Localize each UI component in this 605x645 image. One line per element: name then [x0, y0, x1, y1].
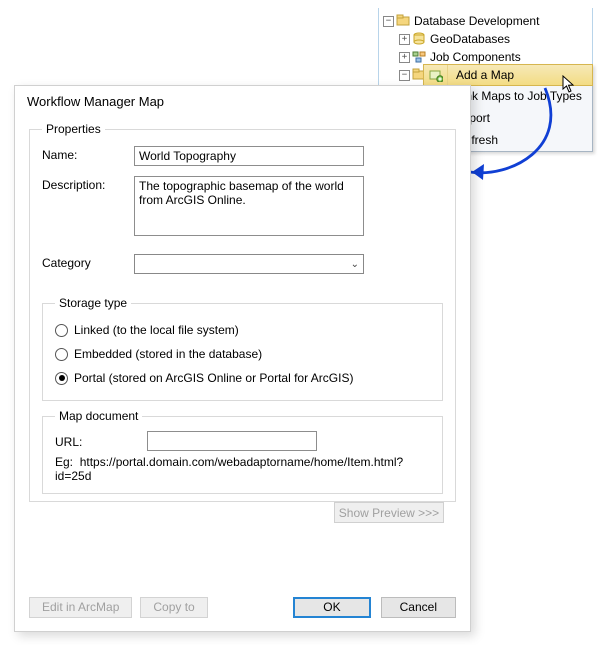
dialog-title: Workflow Manager Map	[15, 86, 470, 113]
description-input[interactable]: The topographic basemap of the world fro…	[134, 176, 364, 236]
radio-icon	[55, 348, 68, 361]
properties-group: Properties Name: Description: The topogr…	[29, 122, 456, 502]
description-label: Description:	[42, 176, 134, 192]
folder-icon	[396, 14, 412, 28]
collapse-icon[interactable]: −	[383, 16, 394, 27]
tree-label: Database Development	[414, 14, 539, 28]
cancel-button[interactable]: Cancel	[381, 597, 456, 618]
storage-radio-embedded[interactable]: Embedded (stored in the database)	[55, 342, 430, 366]
expand-icon[interactable]: +	[399, 34, 410, 45]
ok-button[interactable]: OK	[293, 597, 370, 618]
name-label: Name:	[42, 146, 134, 162]
radio-selected-icon	[55, 372, 68, 385]
radio-icon	[55, 324, 68, 337]
url-example: Eg: https://portal.domain.com/webadaptor…	[55, 455, 430, 483]
storage-radio-label: Embedded (stored in the database)	[74, 347, 262, 361]
storage-type-legend: Storage type	[55, 296, 131, 310]
category-select[interactable]: ⌄	[134, 254, 364, 274]
edit-in-arcmap-button[interactable]: Edit in ArcMap	[29, 597, 132, 618]
url-label: URL:	[55, 433, 147, 449]
storage-radio-label: Linked (to the local file system)	[74, 323, 239, 337]
properties-legend: Properties	[42, 122, 105, 136]
map-document-legend: Map document	[55, 409, 142, 423]
category-label: Category	[42, 254, 134, 270]
workflow-manager-map-dialog: Workflow Manager Map Properties Name: De…	[14, 85, 471, 632]
tree-label: Job Components	[430, 50, 521, 64]
storage-radio-label: Portal (stored on ArcGIS Online or Porta…	[74, 371, 353, 385]
url-input[interactable]	[147, 431, 317, 451]
storage-radio-linked[interactable]: Linked (to the local file system)	[55, 318, 430, 342]
geodatabase-icon	[412, 32, 428, 46]
name-input[interactable]	[134, 146, 364, 166]
map-document-group: Map document URL: Eg: https://portal.dom…	[42, 409, 443, 494]
chevron-down-icon: ⌄	[351, 259, 359, 270]
tree-node-database-development[interactable]: − Database Development	[381, 12, 590, 30]
tree-label: GeoDatabases	[430, 32, 510, 46]
components-icon	[412, 50, 428, 64]
copy-to-button[interactable]: Copy to	[140, 597, 207, 618]
expand-icon[interactable]: +	[399, 52, 410, 63]
tree-node-geodatabases[interactable]: + GeoDatabases	[381, 30, 590, 48]
storage-radio-portal[interactable]: Portal (stored on ArcGIS Online or Porta…	[55, 366, 430, 390]
storage-type-group: Storage type Linked (to the local file s…	[42, 296, 443, 401]
show-preview-button[interactable]: Show Preview >>>	[334, 502, 444, 523]
